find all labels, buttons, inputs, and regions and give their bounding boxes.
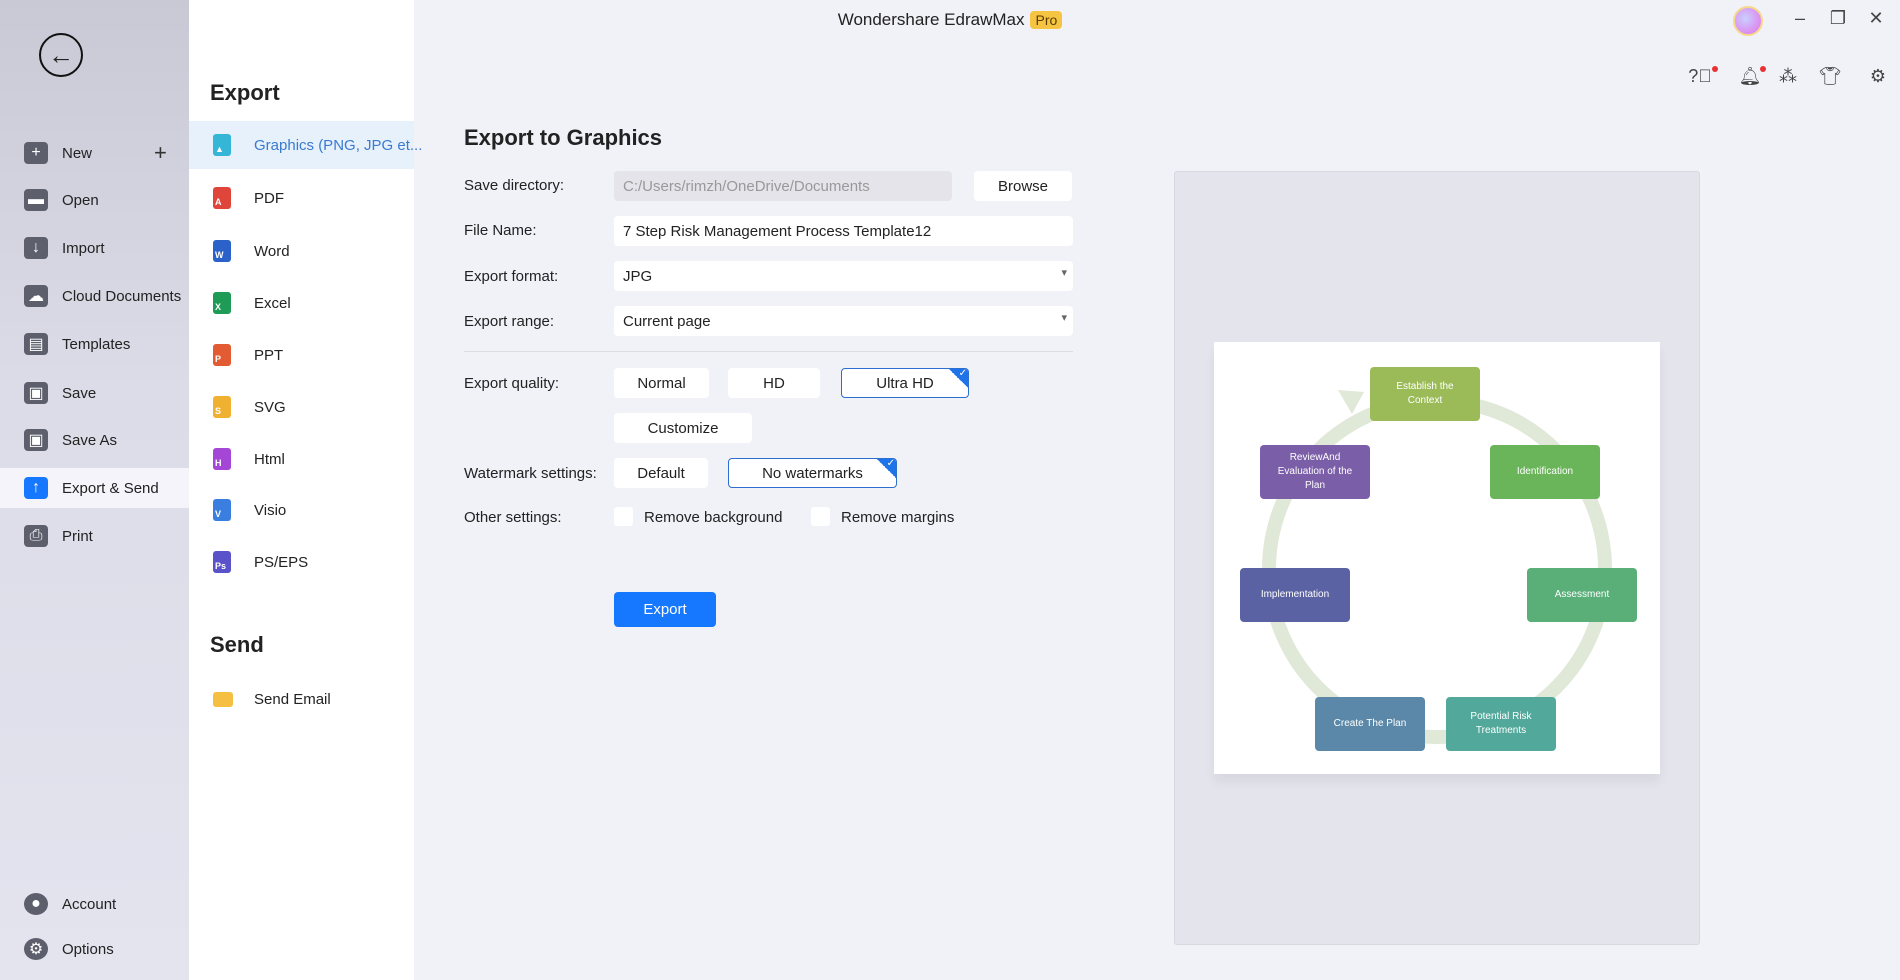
export-heading: Export bbox=[210, 80, 280, 105]
ps-eps-file-icon: Ps bbox=[213, 551, 231, 573]
export-format-select[interactable]: JPG bbox=[614, 261, 1073, 291]
export-format-label: Export format: bbox=[464, 268, 559, 285]
quality-normal-button[interactable]: Normal bbox=[614, 368, 709, 398]
close-button[interactable]: ✕ bbox=[1864, 8, 1888, 29]
sidebar-item-import[interactable]: ↓ Import bbox=[0, 228, 189, 268]
export-item-ppt[interactable]: P PPT bbox=[189, 331, 414, 379]
sidebar-item-open[interactable]: ▬ Open bbox=[0, 180, 189, 220]
file-name-input[interactable]: 7 Step Risk Management Process Template1… bbox=[614, 216, 1073, 246]
export-range-select[interactable]: Current page bbox=[614, 306, 1073, 336]
bell-notification-dot bbox=[1760, 66, 1766, 72]
sidebar-item-options[interactable]: ⚙ Options bbox=[0, 929, 189, 969]
send-heading: Send bbox=[210, 632, 264, 657]
pro-badge: Pro bbox=[1030, 11, 1063, 29]
theme-shirt-icon[interactable]: 👕︎ bbox=[1818, 66, 1842, 87]
window-title: Wondershare EdrawMax Pro bbox=[0, 10, 1900, 30]
pdf-file-icon: A bbox=[213, 187, 231, 209]
help-notification-dot bbox=[1712, 66, 1718, 72]
help-icon[interactable]: ?⃝ bbox=[1688, 66, 1712, 87]
sidebar-item-templates[interactable]: ▤ Templates bbox=[0, 324, 189, 364]
new-plus-icon[interactable]: + bbox=[154, 140, 167, 166]
watermark-default-button[interactable]: Default bbox=[614, 458, 708, 488]
apps-icon[interactable]: ⁂ bbox=[1776, 66, 1800, 87]
cloud-icon: ☁ bbox=[24, 285, 48, 307]
export-item-pdf[interactable]: A PDF bbox=[189, 174, 414, 222]
excel-file-icon: X bbox=[213, 292, 231, 314]
diagram-node[interactable]: Assessment bbox=[1527, 568, 1637, 622]
export-item-graphics[interactable]: ▲ Graphics (PNG, JPG et... bbox=[189, 121, 422, 169]
gear-icon: ⚙ bbox=[24, 938, 48, 960]
export-item-html[interactable]: H Html bbox=[189, 435, 414, 483]
diagram-node[interactable]: Potential Risk Treatments bbox=[1446, 697, 1556, 751]
send-email-item[interactable]: Send Email bbox=[189, 675, 414, 723]
diagram-node[interactable]: Implementation bbox=[1240, 568, 1350, 622]
svg-file-icon: S bbox=[213, 396, 231, 418]
email-icon bbox=[213, 691, 233, 707]
export-item-ps-eps[interactable]: Ps PS/EPS bbox=[189, 538, 414, 586]
no-watermarks-button[interactable]: No watermarks bbox=[728, 458, 897, 488]
customize-button[interactable]: Customize bbox=[614, 413, 752, 443]
sidebar-item-print[interactable]: ⎙ Print bbox=[0, 516, 189, 556]
ppt-file-icon: P bbox=[213, 344, 231, 366]
watermark-label: Watermark settings: bbox=[464, 465, 597, 482]
remove-margins-label: Remove margins bbox=[841, 509, 955, 526]
save-as-icon: ▣ bbox=[24, 429, 48, 451]
preview-page: Establish the Context Identification Asses… bbox=[1214, 342, 1660, 774]
export-item-excel[interactable]: X Excel bbox=[189, 279, 414, 327]
quality-ultra-hd-button[interactable]: Ultra HD bbox=[841, 368, 969, 398]
export-quality-label: Export quality: bbox=[464, 375, 560, 392]
browse-button[interactable]: Browse bbox=[974, 171, 1072, 201]
print-icon: ⎙ bbox=[24, 525, 48, 547]
sidebar-item-export-send[interactable]: ↑ Export & Send bbox=[0, 468, 189, 508]
save-directory-label: Save directory: bbox=[464, 177, 565, 194]
folder-icon: ▬ bbox=[24, 189, 48, 211]
export-button[interactable]: Export bbox=[614, 592, 716, 627]
word-file-icon: W bbox=[213, 240, 231, 262]
import-icon: ↓ bbox=[24, 237, 48, 259]
export-item-visio[interactable]: V Visio bbox=[189, 486, 414, 534]
remove-background-checkbox[interactable] bbox=[614, 507, 633, 526]
other-settings-label: Other settings: bbox=[464, 509, 562, 526]
sidebar-item-new[interactable]: + New + bbox=[0, 133, 189, 173]
export-item-word[interactable]: W Word bbox=[189, 227, 414, 275]
graphics-file-icon: ▲ bbox=[213, 134, 231, 156]
settings-gear-icon[interactable]: ⚙ bbox=[1866, 66, 1890, 87]
arrow-left-icon: ← bbox=[48, 40, 74, 70]
minimize-button[interactable]: – bbox=[1788, 8, 1812, 29]
templates-icon: ▤ bbox=[24, 333, 48, 355]
diagram-node[interactable]: Create The Plan bbox=[1315, 697, 1425, 751]
save-icon: ▣ bbox=[24, 382, 48, 404]
restore-button[interactable]: ❐ bbox=[1826, 8, 1850, 29]
plus-square-icon: + bbox=[24, 142, 48, 164]
diagram-node[interactable]: Establish the Context bbox=[1370, 367, 1480, 421]
diagram-node[interactable]: Identification bbox=[1490, 445, 1600, 499]
remove-margins-checkbox[interactable] bbox=[811, 507, 830, 526]
html-file-icon: H bbox=[213, 448, 231, 470]
sidebar-item-save-as[interactable]: ▣ Save As bbox=[0, 420, 189, 460]
avatar[interactable] bbox=[1733, 6, 1763, 36]
export-icon: ↑ bbox=[24, 477, 48, 499]
visio-file-icon: V bbox=[213, 499, 231, 521]
file-name-label: File Name: bbox=[464, 222, 537, 239]
back-button[interactable]: ← bbox=[39, 33, 83, 77]
account-icon: ● bbox=[24, 893, 48, 915]
sidebar-item-save[interactable]: ▣ Save bbox=[0, 373, 189, 413]
remove-background-label: Remove background bbox=[644, 509, 783, 526]
export-range-label: Export range: bbox=[464, 313, 555, 330]
diagram-node[interactable]: ReviewAnd Evaluation of the Plan bbox=[1260, 445, 1370, 499]
quality-hd-button[interactable]: HD bbox=[728, 368, 820, 398]
bell-icon[interactable]: 🔔︎ bbox=[1738, 66, 1762, 87]
sidebar-item-cloud-documents[interactable]: ☁ Cloud Documents bbox=[0, 276, 189, 316]
export-item-svg[interactable]: S SVG bbox=[189, 383, 414, 431]
divider bbox=[464, 351, 1073, 352]
sidebar-item-account[interactable]: ● Account bbox=[0, 884, 189, 924]
save-directory-input[interactable]: C:/Users/rimzh/OneDrive/Documents bbox=[614, 171, 952, 201]
form-title: Export to Graphics bbox=[464, 125, 663, 150]
